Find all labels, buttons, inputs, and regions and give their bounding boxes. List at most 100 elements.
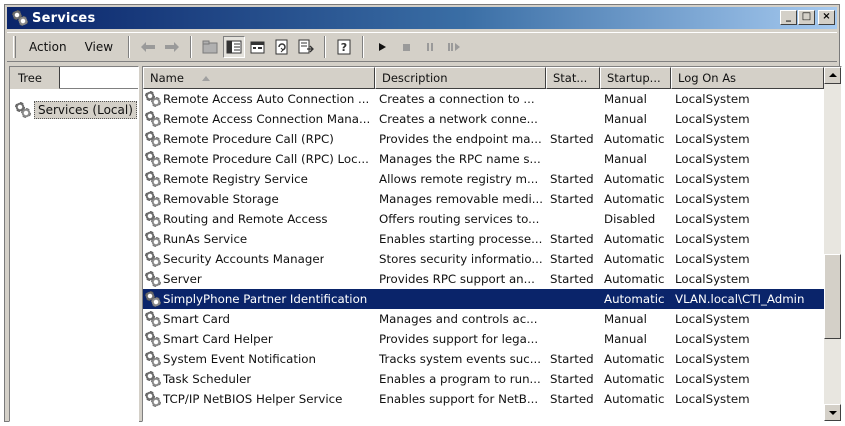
service-logon-as: LocalSystem [675, 132, 750, 146]
service-name: RunAs Service [163, 232, 248, 246]
table-row[interactable]: Remote Access Auto Connection ... Creates… [143, 89, 824, 109]
service-startup-type: Automatic [604, 272, 665, 286]
service-gear-icon [145, 351, 161, 367]
service-description: Manages the RPC name s... [379, 152, 541, 166]
service-logon-as: LocalSystem [675, 372, 750, 386]
table-row[interactable]: System Event Notification Tracks system e… [143, 349, 824, 369]
service-name: Server [163, 272, 202, 286]
service-name: Smart Card [163, 312, 231, 326]
table-row[interactable]: Remote Access Connection Mana... Creates … [143, 109, 824, 129]
service-name-cell: Removable Storage [143, 189, 375, 209]
service-gear-icon [145, 231, 161, 247]
table-row[interactable]: Smart Card Manages and controls ac... Manu… [143, 309, 824, 329]
list-header: Name Description Stat... Startup... Log … [143, 67, 824, 89]
scroll-thumb[interactable] [824, 254, 841, 339]
table-row[interactable]: Routing and Remote Access Offers routing … [143, 209, 824, 229]
service-status: Started [550, 192, 594, 206]
table-row[interactable]: Smart Card Helper Provides support for le… [143, 329, 824, 349]
service-name: Remote Procedure Call (RPC) [163, 132, 334, 146]
arrow-down-icon [829, 411, 837, 415]
service-status [546, 289, 600, 309]
toolbar-separator [324, 36, 327, 58]
column-header-description[interactable]: Description [375, 67, 546, 89]
svg-text:?: ? [341, 41, 347, 54]
service-status: Started [550, 392, 594, 406]
up-folder-icon[interactable] [199, 36, 221, 58]
table-row[interactable]: RunAs Service Enables starting processe..… [143, 229, 824, 249]
help-icon[interactable]: ? [333, 36, 355, 58]
service-startup-type: Manual [604, 152, 647, 166]
service-description: Offers routing services to... [379, 212, 540, 226]
scroll-up-button[interactable] [824, 67, 841, 84]
export-list-icon[interactable] [295, 36, 317, 58]
restart-service-icon[interactable] [443, 36, 465, 58]
tab-tree[interactable]: Tree [10, 67, 60, 89]
service-logon-as: VLAN.local\CTI_Admin [671, 289, 824, 309]
menu-view-label: View [84, 40, 114, 54]
services-gear-icon [15, 102, 31, 118]
service-name: System Event Notification [163, 352, 316, 366]
service-description: Creates a network conne... [379, 112, 538, 126]
services-list-pane: Name Description Stat... Startup... Log … [142, 66, 842, 422]
service-logon-as: LocalSystem [675, 192, 750, 206]
pause-service-icon[interactable] [419, 36, 441, 58]
service-gear-icon [145, 291, 161, 307]
column-header-logon[interactable]: Log On As [671, 67, 824, 89]
service-startup-type: Automatic [604, 232, 665, 246]
column-header-name[interactable]: Name [143, 67, 375, 89]
column-header-status[interactable]: Stat... [546, 67, 600, 89]
table-row[interactable]: Removable Storage Manages removable medi.… [143, 189, 824, 209]
service-name-cell: Remote Access Auto Connection ... [143, 89, 375, 109]
table-row[interactable]: Remote Registry Service Allows remote reg… [143, 169, 824, 189]
table-row[interactable]: Remote Procedure Call (RPC) Loc... Manage… [143, 149, 824, 169]
forward-arrow-icon[interactable] [161, 36, 183, 58]
back-arrow-icon[interactable] [137, 36, 159, 58]
show-hide-tree-icon[interactable] [223, 36, 246, 58]
service-gear-icon [145, 271, 161, 287]
start-service-icon[interactable] [371, 36, 393, 58]
vertical-scrollbar[interactable] [824, 67, 841, 421]
window-title: Services [32, 10, 96, 26]
table-row[interactable]: TCP/IP NetBIOS Helper Service Enables sup… [143, 389, 824, 409]
service-status [546, 89, 600, 109]
service-logon-as: LocalSystem [675, 332, 750, 346]
service-name: Task Scheduler [163, 372, 252, 386]
service-startup-type: Manual [604, 312, 647, 326]
service-gear-icon [145, 131, 161, 147]
service-startup-type: Automatic [604, 392, 665, 406]
service-name-cell: Routing and Remote Access [143, 209, 375, 229]
toolbar-grip[interactable] [13, 36, 16, 58]
service-name-cell: System Event Notification [143, 349, 375, 369]
title-bar[interactable]: Services _ □ × [7, 7, 837, 29]
table-row[interactable]: Security Accounts Manager Stores security… [143, 249, 824, 269]
service-gear-icon [145, 391, 161, 407]
table-row[interactable]: SimplyPhone Partner Identification Automa… [143, 289, 824, 309]
menu-action-label: Action [29, 40, 67, 54]
service-description: Enables support for NetB... [379, 392, 539, 406]
service-status: Started [550, 172, 594, 186]
service-name: Routing and Remote Access [163, 212, 328, 226]
service-status: Started [550, 132, 594, 146]
table-row[interactable]: Task Scheduler Enables a program to run..… [143, 369, 824, 389]
service-name: TCP/IP NetBIOS Helper Service [163, 392, 343, 406]
service-name: Remote Access Auto Connection ... [163, 92, 370, 106]
service-name: Removable Storage [163, 192, 279, 206]
service-name-cell: TCP/IP NetBIOS Helper Service [143, 389, 375, 409]
column-header-startup[interactable]: Startup... [600, 67, 671, 89]
refresh-icon[interactable] [271, 36, 293, 58]
service-gear-icon [145, 331, 161, 347]
menu-action[interactable]: Action [20, 38, 76, 56]
stop-service-icon[interactable] [395, 36, 417, 58]
scroll-down-button[interactable] [824, 404, 841, 421]
minimize-button[interactable]: _ [780, 10, 797, 25]
service-startup-type: Manual [604, 332, 647, 346]
column-header-name-label: Name [150, 71, 184, 85]
table-row[interactable]: Server Provides RPC support an... Started A… [143, 269, 824, 289]
service-name: Security Accounts Manager [163, 252, 325, 266]
menu-view[interactable]: View [76, 38, 122, 56]
maximize-button[interactable]: □ [798, 10, 815, 25]
tree-node-services-local[interactable]: Services (Local) [15, 101, 137, 119]
close-button[interactable]: × [818, 10, 835, 25]
properties-icon[interactable] [247, 36, 269, 58]
table-row[interactable]: Remote Procedure Call (RPC) Provides the … [143, 129, 824, 149]
